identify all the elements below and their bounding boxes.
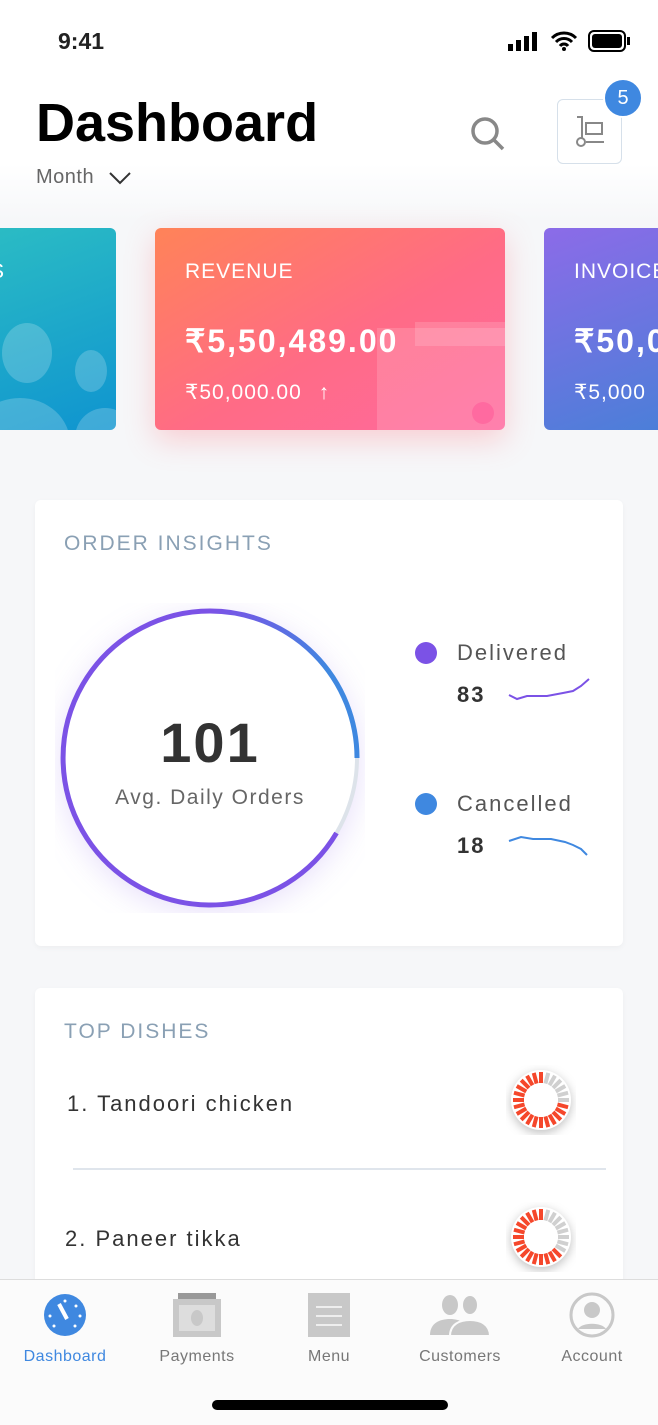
revenue-card[interactable]: REVENUE ₹5,50,489.00 ₹50,000.00 ↑ [155,228,505,430]
tab-label: Dashboard [23,1348,107,1365]
menu-list-icon [308,1293,350,1337]
ring-tick [543,1115,551,1128]
card-label: REVENUE [185,260,294,283]
ring-tick [513,1090,526,1098]
delivered-dot [415,642,437,664]
panel-title: ORDER INSIGHTS [64,532,273,555]
ring-tick [556,1090,569,1098]
page-title: Dashboard [36,93,319,153]
customers-card[interactable]: S [0,228,116,430]
signal-icon [508,32,537,51]
home-indicator [212,1400,448,1410]
tab-payments[interactable]: Payments [137,1290,257,1366]
period-label: Month [36,166,95,188]
dish-item[interactable]: 1. Tandoori chicken [67,1091,294,1117]
dish-popularity-ring [511,1070,571,1130]
trolley-icon [575,115,604,147]
clock: 9:41 [58,28,105,54]
panel-title: TOP DISHES [64,1020,211,1043]
header: Dashboard Month [0,80,658,220]
ring-tick [543,1209,551,1222]
ring-tick [531,1115,539,1128]
invoice-change: ₹5,000 [574,381,646,404]
chevron-down-icon [109,171,131,184]
ring-tick [531,1252,539,1265]
arrow-up-icon: ↑ [318,381,331,404]
cart-badge: 5 [603,78,643,118]
tab-customers[interactable]: Customers [400,1290,520,1366]
legend-label: Delivered [457,640,568,665]
avg-orders-caption: Avg. Daily Orders [115,786,305,809]
ring-tick [531,1072,539,1085]
cancelled-sparkline [508,835,588,856]
revenue-amount: ₹5,50,489.00 [185,323,399,359]
top-dishes-panel: TOP DISHES 1. Tandoori chicken 2. Paneer… [35,988,623,1318]
ring-tick [556,1239,569,1247]
ring-tick [513,1239,526,1247]
ring-tick [543,1252,551,1265]
period-dropdown[interactable]: Month [36,166,132,189]
tab-account[interactable]: Account [532,1290,652,1366]
ring-tick [543,1072,551,1085]
tab-menu[interactable]: Menu [269,1290,389,1366]
ring-tick [513,1227,526,1235]
invoice-amount: ₹50,0 [574,323,658,359]
tab-label: Payments [159,1348,235,1365]
avg-orders-value: 101 [160,711,260,774]
divider [73,1168,606,1170]
dish-item[interactable]: 2. Paneer tikka [65,1226,242,1252]
order-insights-panel: ORDER INSIGHTS 101 Avg. Daily Orders Del… [35,500,623,946]
ring-tick [556,1227,569,1235]
battery-icon [588,30,630,52]
dashboard-gauge-icon [44,1294,86,1336]
wifi-icon [550,31,578,51]
invoice-card[interactable]: INVOICE ₹50,0 ₹5,000 [544,228,658,430]
ring-tick [513,1102,526,1110]
ring-tick [556,1102,569,1110]
tab-label: Menu [307,1348,351,1365]
customers-icon [0,323,116,430]
card-label: INVOICE [574,260,658,283]
tab-label: Customers [419,1348,501,1365]
customers-icon [430,1294,490,1337]
tab-label: Account [561,1348,623,1365]
legend-label: Cancelled [457,791,573,816]
delivered-sparkline [508,678,590,701]
tab-dashboard[interactable]: Dashboard [5,1290,125,1366]
status-bar: 9:41 [0,0,658,80]
ring-tick [531,1209,539,1222]
revenue-change: ₹50,000.00 ↑ [185,380,330,405]
account-icon [569,1292,615,1338]
change-value: ₹50,000.00 [185,381,302,404]
cash-icon [173,1293,221,1337]
legend-count: 83 [457,682,486,707]
dish-popularity-ring [511,1207,571,1267]
legend-count: 18 [457,833,486,858]
cancelled-dot [415,793,437,815]
search-icon[interactable] [468,114,508,154]
